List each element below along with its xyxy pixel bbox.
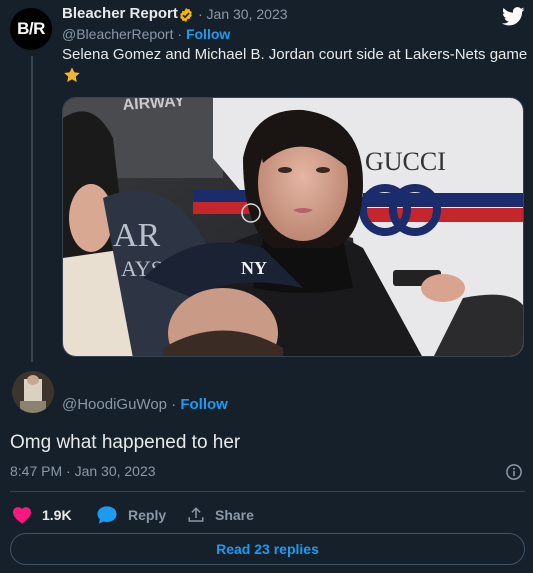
- info-icon[interactable]: [505, 463, 523, 481]
- reply-handle-line: @HoodiGuWop · Follow: [62, 396, 228, 413]
- share-button[interactable]: Share: [187, 505, 254, 525]
- reply-follow-button[interactable]: Follow: [180, 396, 228, 413]
- twitter-bird-icon[interactable]: [502, 7, 525, 26]
- reply-timestamp[interactable]: 8:47 PM · Jan 30, 2023: [10, 463, 156, 479]
- heart-icon: [13, 507, 31, 524]
- tweet-date[interactable]: · Jan 30, 2023: [198, 6, 288, 22]
- bleacher-report-avatar[interactable]: B/R: [10, 8, 52, 50]
- tweet-text: Selena Gomez and Michael B. Jordan court…: [62, 46, 528, 63]
- separator-dot: ·: [173, 26, 186, 42]
- separator-dot: ·: [167, 396, 181, 413]
- author-handle-line: @BleacherReport · Follow: [62, 26, 230, 42]
- like-count: 1.9K: [42, 507, 72, 523]
- thread-connector-line: [31, 56, 33, 362]
- verified-badge-icon: [180, 8, 192, 22]
- follow-button[interactable]: Follow: [186, 26, 230, 42]
- share-label: Share: [215, 507, 254, 523]
- cap-logo-text: NY: [241, 258, 267, 278]
- comment-bubble-icon: [97, 506, 117, 524]
- reply-avatar[interactable]: [12, 371, 54, 413]
- divider: [10, 491, 525, 492]
- reply-handle[interactable]: @HoodiGuWop: [62, 396, 167, 413]
- reply-avatar-image: [12, 371, 54, 413]
- sign-text-1: AR: [113, 217, 161, 254]
- author-handle[interactable]: @BleacherReport: [62, 26, 174, 42]
- read-replies-button[interactable]: Read 23 replies: [10, 533, 525, 565]
- share-icon: [188, 507, 204, 522]
- courtside-photo-image: AIRWAY GUCCI AR AYS NY: [63, 98, 523, 356]
- reply-text: Omg what happened to her: [10, 432, 241, 453]
- like-button[interactable]: 1.9K: [12, 505, 72, 525]
- reply-button[interactable]: Reply: [96, 505, 166, 525]
- star-icon: [64, 67, 80, 83]
- tweet-photo[interactable]: AIRWAY GUCCI AR AYS NY: [62, 97, 524, 357]
- shirt-brand-text: GUCCI: [365, 147, 446, 176]
- reply-label: Reply: [128, 507, 167, 523]
- author-name[interactable]: Bleacher Report: [62, 5, 178, 22]
